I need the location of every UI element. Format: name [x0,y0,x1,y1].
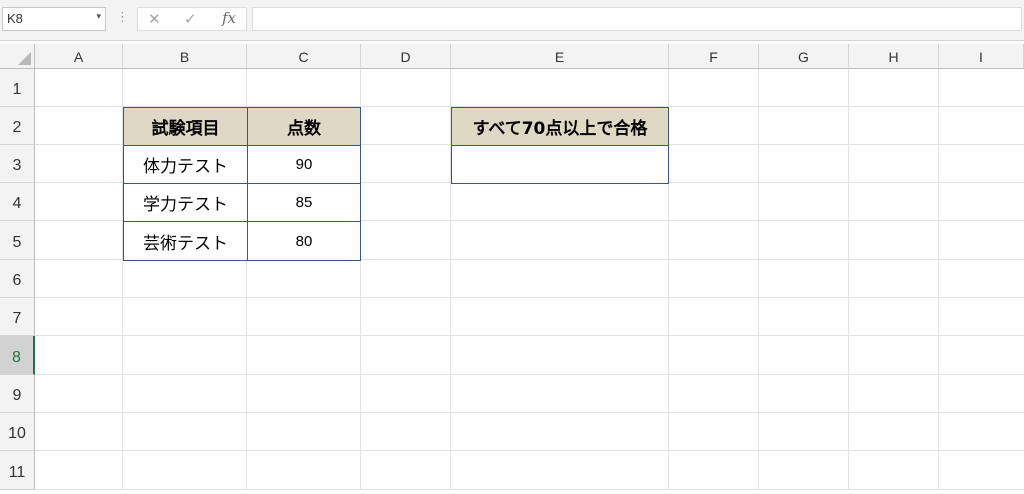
column-header-a[interactable]: A [35,44,123,69]
grid-vline [938,69,939,489]
table-row-score[interactable]: 85 [247,183,361,222]
name-box-dropdown-icon[interactable]: ▾ [96,12,101,22]
grid-vline [848,69,849,489]
column-header-i[interactable]: I [939,44,1024,69]
table-row-item[interactable]: 芸術テスト [123,221,248,261]
enter-check-icon[interactable]: ✓ [184,10,197,28]
row-header-4[interactable]: 4 [0,183,35,221]
table-header-item[interactable]: 試験項目 [123,107,248,146]
row-header-3[interactable]: 3 [0,145,35,183]
table-header-score[interactable]: 点数 [247,107,361,146]
row-header-5[interactable]: 5 [0,221,35,260]
row-header-11[interactable]: 11 [0,451,35,490]
column-header-d[interactable]: D [361,44,451,69]
row-header-6[interactable]: 6 [0,260,35,298]
grid-vline [758,69,759,489]
table-row-score[interactable]: 80 [247,221,361,261]
formula-buttons: ✕ ✓ fx [137,7,247,31]
column-header-b[interactable]: B [123,44,247,69]
result-header[interactable]: すべて70点以上で合格 [451,107,669,146]
column-header-h[interactable]: H [849,44,939,69]
result-cell[interactable] [451,145,669,184]
row-header-8[interactable]: 8 [0,336,35,375]
table-row-item[interactable]: 体力テスト [123,145,248,184]
spreadsheet-grid[interactable]: ABCDEFGHI 1 2 3 4 5 6 7 8 9 10 11 試験項目 点数 体力テスト 90… [0,44,1024,490]
row-header-10[interactable]: 10 [0,413,35,451]
name-box[interactable]: K8 ▾ [2,7,106,31]
drag-handle-icon[interactable]: ⋮ [116,10,129,25]
select-all-corner[interactable] [0,44,35,69]
select-all-triangle-icon [18,52,31,65]
table-row-item[interactable]: 学力テスト [123,183,248,222]
grid-hline [35,489,1024,490]
row-header-1[interactable]: 1 [0,69,35,107]
table-row-score[interactable]: 90 [247,145,361,184]
insert-function-icon[interactable]: fx [222,9,236,27]
column-header-g[interactable]: G [759,44,849,69]
column-header-e[interactable]: E [451,44,669,69]
column-header-f[interactable]: F [669,44,759,69]
column-header-c[interactable]: C [247,44,361,69]
formula-bar: K8 ▾ ⋮ ✕ ✓ fx [0,0,1024,41]
grid-hline [35,450,1024,451]
formula-input[interactable] [252,7,1022,31]
cancel-icon[interactable]: ✕ [148,10,161,28]
row-header-9[interactable]: 9 [0,375,35,413]
name-box-value: K8 [7,11,23,26]
grid-hline [35,374,1024,375]
row-header-2[interactable]: 2 [0,107,35,145]
row-header-7[interactable]: 7 [0,298,35,336]
grid-hline [35,412,1024,413]
grid-hline [35,335,1024,336]
grid-hline [35,297,1024,298]
